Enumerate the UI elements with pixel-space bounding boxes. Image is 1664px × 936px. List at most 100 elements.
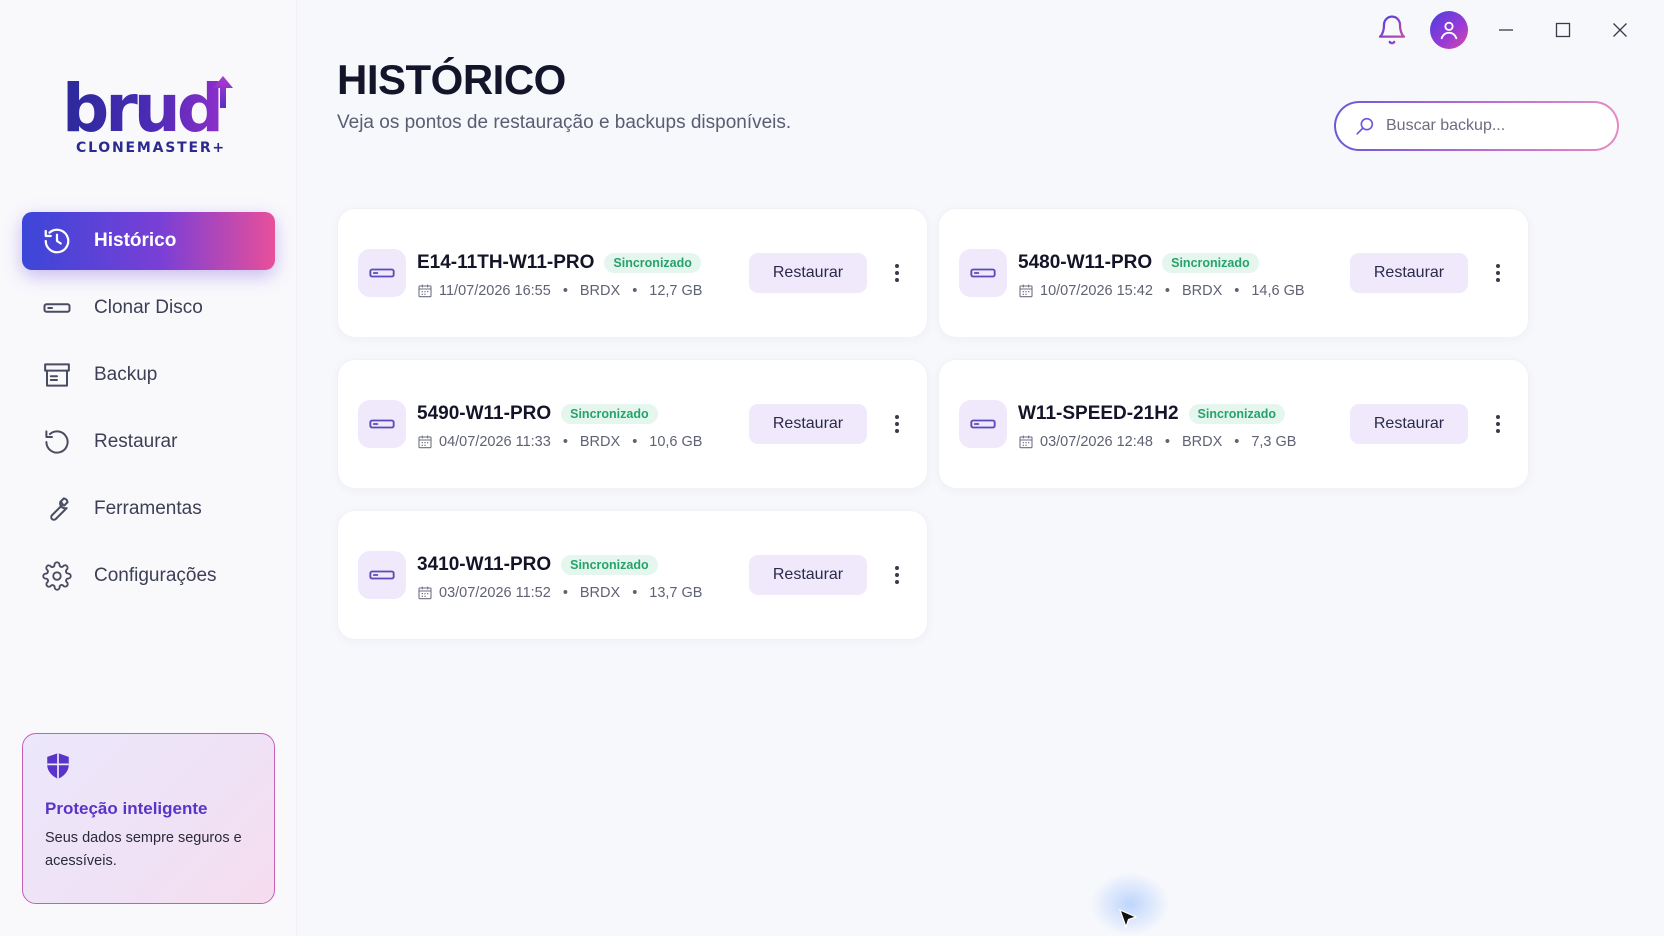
more-vertical-icon	[895, 566, 899, 584]
backup-card: 3410-W11-PRO Sincronizado 03/07/2026 11:…	[337, 510, 928, 640]
calendar-icon	[1018, 283, 1034, 299]
backup-source: BRDX	[579, 434, 621, 450]
backup-source: BRDX	[579, 585, 621, 601]
meta-separator: •	[632, 585, 638, 601]
drive-icon-container	[358, 400, 406, 448]
calendar-icon	[417, 585, 433, 601]
sidebar-item-label: Restaurar	[94, 431, 178, 452]
notifications-button[interactable]	[1372, 10, 1412, 50]
page-subtitle: Veja os pontos de restauração e backups …	[337, 112, 792, 133]
promo-card: Proteção inteligente Seus dados sempre s…	[22, 733, 275, 904]
minimize-button[interactable]	[1486, 10, 1526, 50]
card-title: 3410-W11-PRO Sincronizado	[417, 554, 658, 576]
search-icon	[1356, 117, 1374, 135]
more-vertical-icon	[895, 415, 899, 433]
more-options-button[interactable]	[882, 409, 912, 439]
sidebar-item-label: Backup	[94, 364, 158, 385]
sidebar-item-backup[interactable]: Backup	[22, 346, 275, 404]
sidebar-item-label: Clonar Disco	[94, 297, 203, 318]
logo-word: brud	[62, 70, 224, 147]
sidebar-item-label: Histórico	[94, 230, 177, 251]
calendar-icon	[417, 434, 433, 450]
archive-icon	[42, 360, 72, 390]
sidebar-item-configuracoes[interactable]: Configurações	[22, 547, 275, 605]
backup-size: 12,7 GB	[649, 283, 703, 299]
user-icon	[1440, 21, 1458, 40]
drive-icon	[369, 570, 395, 580]
profile-button[interactable]	[1429, 10, 1469, 50]
card-title: E14-11TH-W11-PRO Sincronizado	[417, 252, 701, 274]
drive-icon-container	[358, 551, 406, 599]
mouse-cursor-icon	[1118, 908, 1138, 929]
meta-separator: •	[1164, 283, 1170, 299]
sidebar-item-restaurar[interactable]: Restaurar	[22, 413, 275, 471]
close-icon	[1613, 23, 1627, 37]
meta-separator: •	[562, 283, 568, 299]
backup-name: 3410-W11-PRO	[417, 554, 552, 575]
drive-icon-container	[959, 400, 1007, 448]
backup-size: 14,6 GB	[1251, 283, 1305, 299]
meta-separator: •	[562, 434, 568, 450]
wrench-icon	[42, 494, 72, 524]
status-badge: Sincronizado	[561, 555, 658, 575]
sidebar-item-ferramentas[interactable]: Ferramentas	[22, 480, 275, 538]
restore-button[interactable]: Restaurar	[1350, 253, 1468, 293]
backup-date: 11/07/2026 16:55	[439, 283, 551, 299]
restore-button[interactable]: Restaurar	[749, 253, 867, 293]
backup-size: 7,3 GB	[1251, 434, 1297, 450]
promo-text: Seus dados sempre seguros e acessíveis.	[45, 830, 242, 869]
backup-source: BRDX	[1181, 283, 1223, 299]
search-input[interactable]	[1386, 117, 1586, 135]
more-vertical-icon	[1496, 264, 1500, 282]
logo-arrow-icon	[213, 76, 233, 108]
drive-icon	[369, 268, 395, 278]
meta-separator: •	[562, 585, 568, 601]
drive-icon-container	[959, 249, 1007, 297]
calendar-icon	[1018, 434, 1034, 450]
meta-separator: •	[1164, 434, 1170, 450]
drive-icon	[369, 419, 395, 429]
backup-name: 5480-W11-PRO	[1018, 252, 1153, 273]
restore-button[interactable]: Restaurar	[749, 555, 867, 595]
backup-name: 5490-W11-PRO	[417, 403, 552, 424]
search-box	[1334, 101, 1619, 151]
shield-icon	[47, 753, 69, 779]
card-meta: 03/07/2026 11:52 • BRDX • 13,7 GB	[417, 585, 702, 601]
card-meta: 03/07/2026 12:48 • BRDX • 7,3 GB	[1018, 434, 1296, 450]
backup-card: 5480-W11-PRO Sincronizado 10/07/2026 15:…	[938, 208, 1529, 338]
bell-icon	[1378, 15, 1406, 45]
more-options-button[interactable]	[882, 560, 912, 590]
close-button[interactable]	[1600, 10, 1640, 50]
minimize-icon	[1499, 29, 1513, 31]
meta-separator: •	[632, 283, 638, 299]
search-field	[1336, 103, 1617, 149]
more-options-button[interactable]	[1483, 409, 1513, 439]
backup-name: E14-11TH-W11-PRO	[417, 252, 595, 273]
logo-subtitle: CLONEMASTER+	[76, 140, 226, 156]
app-logo: brud CLONEMASTER+	[62, 72, 242, 162]
restore-icon	[42, 427, 72, 457]
backup-card: 5490-W11-PRO Sincronizado 04/07/2026 11:…	[337, 359, 928, 489]
sidebar-item-clonar-disco[interactable]: Clonar Disco	[22, 279, 275, 337]
card-meta: 04/07/2026 11:33 • BRDX • 10,6 GB	[417, 434, 702, 450]
more-options-button[interactable]	[882, 258, 912, 288]
status-badge: Sincronizado	[561, 404, 658, 424]
sidebar-item-historico[interactable]: Histórico	[22, 212, 275, 270]
history-icon	[42, 226, 72, 256]
meta-separator: •	[632, 434, 638, 450]
maximize-button[interactable]	[1543, 10, 1583, 50]
card-meta: 10/07/2026 15:42 • BRDX • 14,6 GB	[1018, 283, 1305, 299]
more-vertical-icon	[1496, 415, 1500, 433]
window-controls	[1355, 10, 1640, 50]
restore-button[interactable]: Restaurar	[749, 404, 867, 444]
drive-icon	[42, 293, 72, 323]
drive-icon	[970, 268, 996, 278]
backup-source: BRDX	[1181, 434, 1223, 450]
more-vertical-icon	[895, 264, 899, 282]
backup-date: 10/07/2026 15:42	[1040, 283, 1153, 299]
sidebar-item-label: Ferramentas	[94, 498, 202, 519]
more-options-button[interactable]	[1483, 258, 1513, 288]
status-badge: Sincronizado	[604, 253, 701, 273]
restore-button[interactable]: Restaurar	[1350, 404, 1468, 444]
promo-title: Proteção inteligente	[45, 799, 208, 818]
